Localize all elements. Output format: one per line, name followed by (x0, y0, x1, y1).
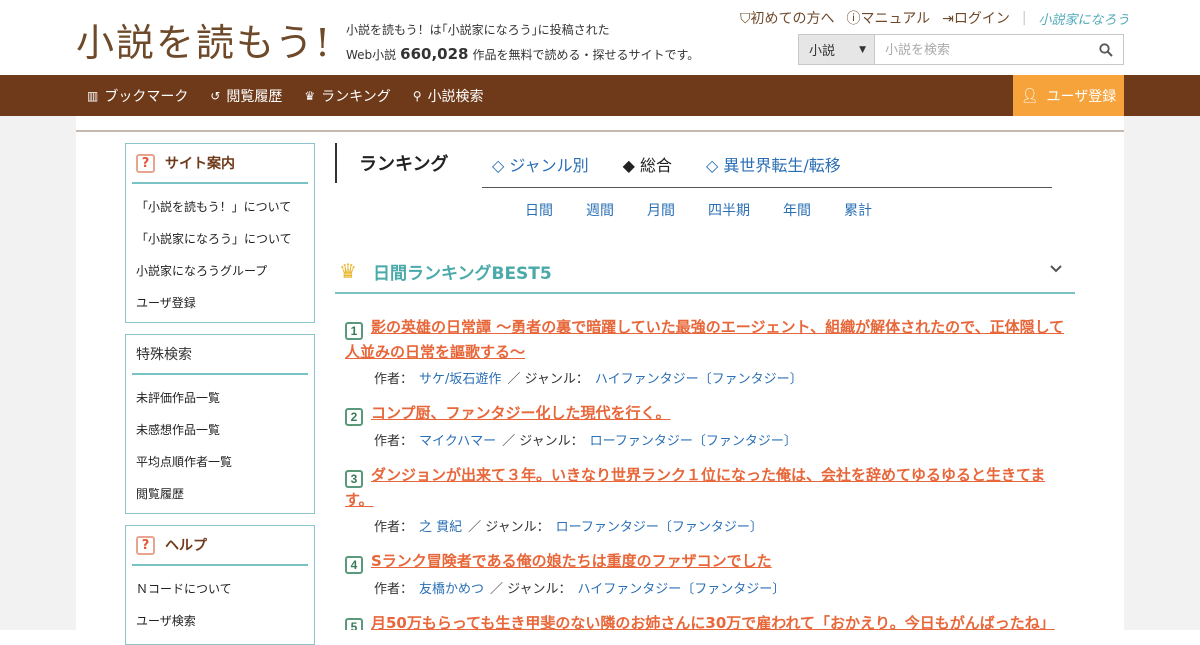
bookshelf-icon: ▥ (87, 88, 99, 103)
tab-isekai[interactable]: ◇ 異世界転生/転移 (706, 152, 841, 176)
special-search-title: 特殊検索 (132, 335, 308, 375)
sidebar-item-no-review[interactable]: 未感想作品一覧 (136, 413, 314, 445)
sidebar-item-unrated[interactable]: 未評価作品一覧 (136, 381, 314, 413)
sidebar-item-about-narou[interactable]: 「小説家になろう」について (136, 222, 314, 254)
search-bar: 小説 ▼ (798, 34, 1124, 65)
sidebar-item-user-register[interactable]: ユーザ登録 (136, 286, 314, 318)
site-guide-box: ? サイト案内 「小説を読もう！」について 「小説家になろう」について 小説家にな… (125, 143, 315, 323)
caret-down-icon: ▼ (859, 44, 866, 55)
entry-meta: 作者： マイクハマー／ ジャンル： ローファンタジー〔ファンタジー〕 (374, 434, 797, 449)
genre-link[interactable]: ローファンタジー〔ファンタジー〕 (556, 520, 763, 535)
period-links: 日間 週間 月間 四半期 年間 累計 (525, 200, 872, 220)
search-category-select[interactable]: 小説 ▼ (799, 35, 875, 64)
page-background-right (1124, 116, 1200, 630)
site-header: 小説を読もう! 小説を読もう！は｢小説家になろう｣に投稿された Web小説 660… (0, 0, 1200, 75)
site-logo[interactable]: 小説を読もう! (76, 12, 332, 67)
entry-meta: 作者：之 貫紀／ ジャンル： ローファンタジー〔ファンタジー〕 (374, 520, 763, 535)
ranking-entry: 4 Sランク冒険者である俺の娘たちは重度のファザコンでした 作者： 友橋かめつ／ ジ… (345, 549, 1065, 597)
period-daily[interactable]: 日間 (525, 200, 553, 220)
chevron-down-icon[interactable] (1049, 262, 1063, 278)
ranking-tabs: ◇ ジャンル別 ◆ 総合 ◇ 異世界転生/転移 (492, 152, 841, 176)
best5-title: 日間ランキングBEST5 (373, 263, 552, 284)
period-weekly[interactable]: 週間 (586, 200, 614, 220)
genre-link[interactable]: ハイファンタジー〔ファンタジー〕 (578, 582, 786, 597)
novel-title-link[interactable]: 影の英雄の日常譚 ～勇者の裏で暗躍していた最強のエージェント、組織が解体されたの… (345, 318, 1064, 361)
page-background-left (0, 116, 76, 630)
work-count: 660,028 (400, 45, 469, 63)
sidebar-item-narou-group[interactable]: 小説家になろうグループ (136, 254, 314, 286)
sidebar-item-user-search[interactable]: ユーザ検索 (136, 604, 314, 636)
rank-number: 2 (345, 408, 363, 426)
novel-title-link[interactable]: 月50万もらっても生き甲斐のない隣のお姉さんに30万で雇われて「おかえり。今日も… (371, 614, 1055, 630)
rank-number: 4 (345, 556, 363, 574)
daily-best5-header[interactable]: ♛ 日間ランキングBEST5 (335, 250, 1075, 294)
rank-number: 5 (345, 618, 363, 630)
search-icon (1099, 42, 1113, 57)
login-link[interactable]: ⇥ログイン (942, 8, 1010, 28)
help-box: ? ヘルプ Ｎコードについて ユーザ検索 (125, 525, 315, 645)
search-input[interactable] (875, 35, 1089, 64)
entry-meta: 作者： サケ/坂石遊作／ ジャンル： ハイファンタジー〔ファンタジー〕 (374, 372, 803, 387)
entry-meta: 作者： 友橋かめつ／ ジャンル： ハイファンタジー〔ファンタジー〕 (374, 582, 786, 597)
history-icon: ↺ (210, 88, 221, 103)
question-icon: ? (136, 535, 155, 555)
special-search-box: 特殊検索 未評価作品一覧 未感想作品一覧 平均点順作者一覧 閲覧履歴 (125, 334, 315, 514)
tab-genre[interactable]: ◇ ジャンル別 (492, 152, 589, 176)
sidebar-item-ncode[interactable]: Ｎコードについて (136, 572, 314, 604)
author-link[interactable]: 之 貫紀 (419, 520, 462, 535)
site-guide-title: ? サイト案内 (132, 144, 308, 184)
tagline-prefix: Web小説 (346, 48, 397, 62)
page-title: ランキング (359, 154, 449, 175)
period-yearly[interactable]: 年間 (783, 200, 811, 220)
novel-title-link[interactable]: コンプ厨、ファンタジー化した現代を行く。 (371, 404, 671, 422)
site-tagline: 小説を読もう！は｢小説家になろう｣に投稿された Web小説 660,028 作品を無… (346, 18, 699, 67)
rank-number: 1 (345, 322, 363, 340)
nav-ranking[interactable]: ♛ ランキング (304, 86, 390, 106)
help-title: ? ヘルプ (132, 526, 308, 566)
novel-title-link[interactable]: ダンジョンが出来て３年。いきなり世界ランク１位になった俺は、会社を辞めてゆるゆる… (345, 466, 1045, 509)
ranking-entry: 1 影の英雄の日常譚 ～勇者の裏で暗躍していた最強のエージェント、組織が解体された… (345, 315, 1065, 387)
content-divider (76, 130, 1124, 132)
tagline-line1: 小説を読もう！は｢小説家になろう｣に投稿された (346, 23, 610, 37)
login-icon: ⇥ (942, 11, 954, 27)
top-links: ⛉初めての方へ ⓘマニュアル ⇥ログイン | 小説家になろう (740, 8, 1130, 28)
ranking-header: ランキング (335, 143, 448, 183)
tagline-suffix: 作品を無料で読める・探せるサイトです。 (472, 48, 700, 62)
sidebar-item-history[interactable]: 閲覧履歴 (136, 477, 314, 509)
author-link[interactable]: 友橋かめつ (419, 582, 484, 597)
crown-icon: ♛ (339, 259, 357, 283)
search-icon: ⚲ (412, 88, 422, 103)
period-quarterly[interactable]: 四半期 (708, 200, 750, 220)
user-icon: 👤︎ (1020, 87, 1039, 104)
manual-link[interactable]: ⓘマニュアル (847, 8, 931, 28)
nav-history[interactable]: ↺ 閲覧履歴 (210, 86, 282, 106)
rank-number: 3 (345, 470, 363, 488)
author-link[interactable]: マイクハマー (419, 434, 496, 449)
genre-link[interactable]: ハイファンタジー〔ファンタジー〕 (595, 372, 803, 387)
sidebar-item-avg-score-authors[interactable]: 平均点順作者一覧 (136, 445, 314, 477)
author-link[interactable]: サケ/坂石遊作 (419, 372, 501, 387)
crown-icon: ♛ (304, 88, 316, 103)
narou-brand-link[interactable]: 小説家になろう (1039, 9, 1130, 28)
tagline-line2: Web小説 660,028 作品を無料で読める・探せるサイトです。 (346, 42, 699, 67)
register-button[interactable]: 👤︎ ユーザ登録 (1013, 75, 1124, 116)
beginner-link[interactable]: ⛉初めての方へ (740, 8, 835, 28)
search-button[interactable] (1089, 35, 1123, 64)
novel-title-link[interactable]: Sランク冒険者である俺の娘たちは重度のファザコンでした (371, 552, 772, 570)
period-total[interactable]: 累計 (844, 200, 872, 220)
period-monthly[interactable]: 月間 (647, 200, 675, 220)
nav-bookmark[interactable]: ▥ ブックマーク (87, 86, 188, 106)
divider: | (1021, 10, 1027, 26)
sidebar-item-about-yomou[interactable]: 「小説を読もう！」について (136, 190, 314, 222)
genre-link[interactable]: ローファンタジー〔ファンタジー〕 (590, 434, 797, 449)
ranking-entry: 3 ダンジョンが出来て３年。いきなり世界ランク１位になった俺は、会社を辞めてゆるゆ… (345, 463, 1065, 535)
ranking-entry: 2 コンプ厨、ファンタジー化した現代を行く。 作者： マイクハマー／ ジャンル： ロー… (345, 401, 1065, 449)
nav-search[interactable]: ⚲ 小説検索 (413, 86, 484, 106)
shield-icon: ⛉ (740, 11, 751, 27)
tab-underline (482, 187, 1052, 188)
ranking-entry: 5 月50万もらっても生き甲斐のない隣のお姉さんに30万で雇われて「おかえり。今日… (345, 611, 1065, 630)
tab-overall[interactable]: ◆ 総合 (623, 152, 672, 176)
question-circle-icon: ⓘ (846, 11, 861, 27)
question-icon: ? (136, 153, 155, 173)
